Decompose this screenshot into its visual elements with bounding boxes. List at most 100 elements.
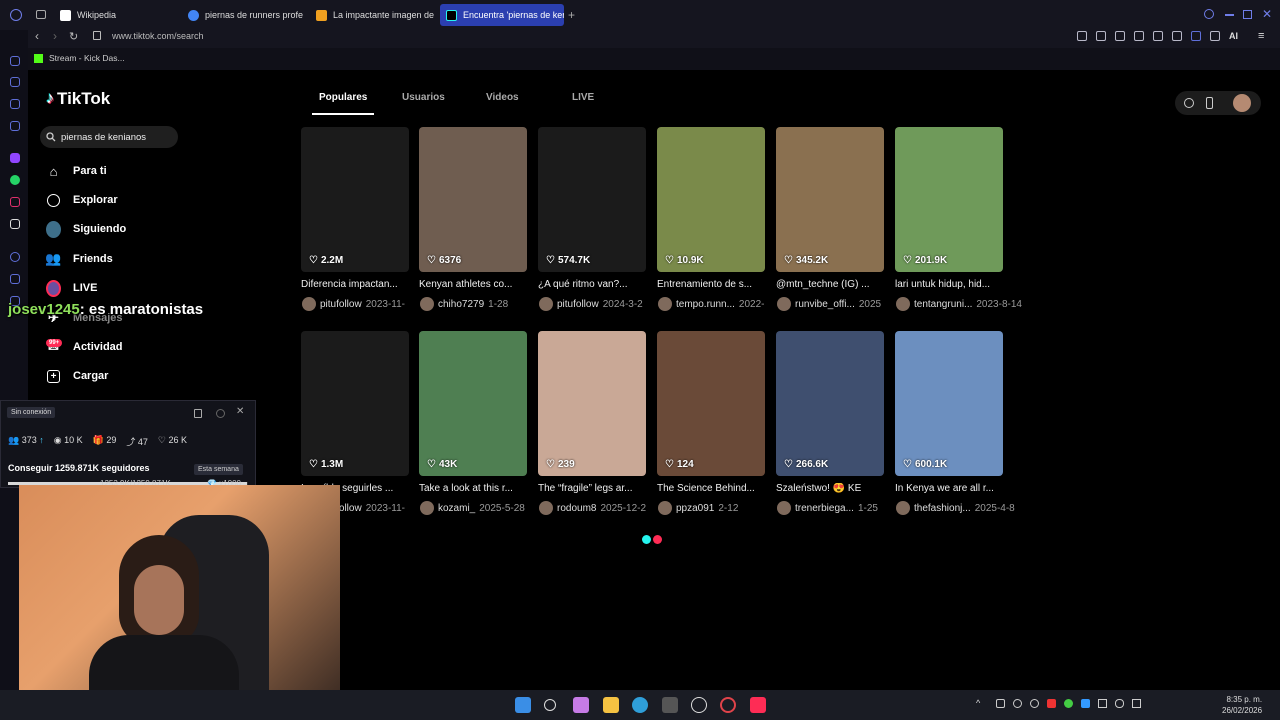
author-name[interactable]: pitufollow: [557, 299, 599, 310]
tab-switcher-icon[interactable]: [36, 10, 46, 19]
author-avatar[interactable]: [420, 297, 434, 311]
instagram-icon[interactable]: [10, 197, 20, 207]
tiktok-logo[interactable]: ♪ TikTok: [46, 89, 110, 109]
author-avatar[interactable]: [777, 501, 791, 515]
browser-logo-icon[interactable]: [10, 9, 22, 21]
video-caption[interactable]: Take a look at this r...: [419, 483, 531, 494]
store-icon[interactable]: [662, 697, 678, 713]
video-caption[interactable]: The “fragile” legs ar...: [538, 483, 650, 494]
nav-siguiendo[interactable]: Siguiendo: [46, 219, 126, 239]
browser-tab-google[interactable]: piernas de runners profe: [182, 4, 306, 26]
profile-icon[interactable]: [1191, 31, 1201, 41]
tray-green-icon[interactable]: [1064, 699, 1073, 708]
tray-app-icon[interactable]: [996, 699, 1005, 708]
edge-icon[interactable]: [632, 697, 648, 713]
menu-icon[interactable]: ≡: [1258, 30, 1264, 42]
author-name[interactable]: kozami_: [438, 503, 475, 514]
url-field[interactable]: www.tiktok.com/search: [112, 31, 204, 41]
video-card[interactable]: ♡ 124: [657, 331, 765, 476]
shield-icon[interactable]: [1115, 31, 1125, 41]
author-avatar[interactable]: [302, 297, 316, 311]
video-card[interactable]: ♡ 201.9K: [895, 127, 1003, 272]
back-icon[interactable]: ‹: [35, 29, 39, 43]
pin-icon[interactable]: [1077, 31, 1087, 41]
tray-chevron-icon[interactable]: ^: [976, 698, 980, 708]
phone-icon[interactable]: [1206, 97, 1213, 109]
video-card[interactable]: ♡ 10.9K: [657, 127, 765, 272]
tab-videos[interactable]: Videos: [486, 92, 519, 103]
video-caption[interactable]: The Science Behind...: [657, 483, 769, 494]
author-name[interactable]: pitufollow: [320, 299, 362, 310]
nav-friends[interactable]: 👥 Friends: [45, 249, 112, 269]
author-name[interactable]: ppza091: [676, 503, 714, 514]
heart-icon[interactable]: [1172, 31, 1182, 41]
author-name[interactable]: tempo.runn...: [676, 299, 735, 310]
author-name[interactable]: chiho7279: [438, 299, 484, 310]
tray-obs-icon[interactable]: [1013, 699, 1022, 708]
author-avatar[interactable]: [658, 297, 672, 311]
screenshot-icon[interactable]: [1096, 31, 1106, 41]
translate-icon[interactable]: [1134, 31, 1144, 41]
video-card[interactable]: ♡ 266.6K: [776, 331, 884, 476]
tray-steam-icon[interactable]: [1030, 699, 1039, 708]
author-name[interactable]: thefashionj...: [914, 503, 971, 514]
new-tab-icon[interactable]: +: [568, 8, 575, 22]
browser-tab-tiktok[interactable]: Encuentra 'piernas de ken: [440, 4, 564, 26]
video-caption[interactable]: lari untuk hidup, hid...: [895, 279, 1007, 290]
author-name[interactable]: trenerbiega...: [795, 503, 854, 514]
windows-start-icon[interactable]: [515, 697, 531, 713]
sidebar-notes-icon[interactable]: [10, 121, 20, 131]
search-input[interactable]: piernas de kenianos: [40, 126, 178, 148]
user-avatar[interactable]: [1233, 94, 1251, 112]
sidebar-wallet-icon[interactable]: [10, 77, 20, 87]
tab-populares[interactable]: Populares: [319, 92, 367, 103]
video-caption[interactable]: In Kenya we are all r...: [895, 483, 1007, 494]
system-clock[interactable]: 8:35 p. m. 26/02/2026: [1222, 694, 1262, 716]
taskbar-search-icon[interactable]: [544, 699, 556, 711]
video-caption[interactable]: Kenyan athletes co...: [419, 279, 531, 290]
nav-live[interactable]: LIVE: [46, 278, 97, 298]
video-card[interactable]: ♡ 600.1K: [895, 331, 1003, 476]
video-card[interactable]: ♡ 574.7K: [538, 127, 646, 272]
video-caption[interactable]: Entrenamiento de s...: [657, 279, 769, 290]
sidebar-history-icon[interactable]: [10, 56, 20, 66]
tray-red-icon[interactable]: [1047, 699, 1056, 708]
author-avatar[interactable]: [896, 297, 910, 311]
whatsapp-icon[interactable]: [10, 175, 20, 185]
forward-icon[interactable]: ›: [53, 29, 57, 43]
author-name[interactable]: runvibe_offi...: [795, 299, 855, 310]
opera-icon[interactable]: [720, 697, 736, 713]
nav-explorar[interactable]: Explorar: [46, 190, 118, 210]
settings-icon[interactable]: [691, 697, 707, 713]
bluetooth-icon[interactable]: [1081, 699, 1090, 708]
nav-para-ti[interactable]: ⌂ Para ti: [46, 161, 107, 181]
author-avatar[interactable]: [658, 501, 672, 515]
video-caption[interactable]: Diferencia impactan...: [301, 279, 413, 290]
author-avatar[interactable]: [777, 297, 791, 311]
browser-tab-wikipedia[interactable]: Wikipedia: [54, 4, 178, 26]
maximize-icon[interactable]: [1243, 10, 1252, 19]
author-avatar[interactable]: [896, 501, 910, 515]
search-tabs-icon[interactable]: [1204, 9, 1214, 19]
author-avatar[interactable]: [420, 501, 434, 515]
reload-icon[interactable]: ↻: [69, 30, 78, 43]
video-card[interactable]: ♡ 239: [538, 331, 646, 476]
close-icon[interactable]: ✕: [236, 406, 244, 417]
compass-icon[interactable]: [1184, 98, 1194, 108]
video-card[interactable]: ♡ 43K: [419, 331, 527, 476]
video-caption[interactable]: @mtn_techne (IG) ...: [776, 279, 888, 290]
author-name[interactable]: rodoum8: [557, 503, 596, 514]
video-card[interactable]: ♡ 345.2K: [776, 127, 884, 272]
author-name[interactable]: tentangruni...: [914, 299, 972, 310]
lock-icon[interactable]: [194, 409, 202, 418]
twitch-icon[interactable]: [10, 153, 20, 163]
sidebar-tasks-icon[interactable]: [10, 274, 20, 284]
settings-icon[interactable]: [216, 409, 225, 418]
network-icon[interactable]: [1098, 699, 1107, 708]
sidebar-tiktok-icon[interactable]: [10, 219, 20, 229]
ai-button[interactable]: AI: [1229, 31, 1238, 41]
sidebar-clock-icon[interactable]: [10, 252, 20, 262]
author-avatar[interactable]: [539, 501, 553, 515]
taskbar-tiktok-icon[interactable]: [750, 697, 766, 713]
video-card[interactable]: ♡ 6376: [419, 127, 527, 272]
